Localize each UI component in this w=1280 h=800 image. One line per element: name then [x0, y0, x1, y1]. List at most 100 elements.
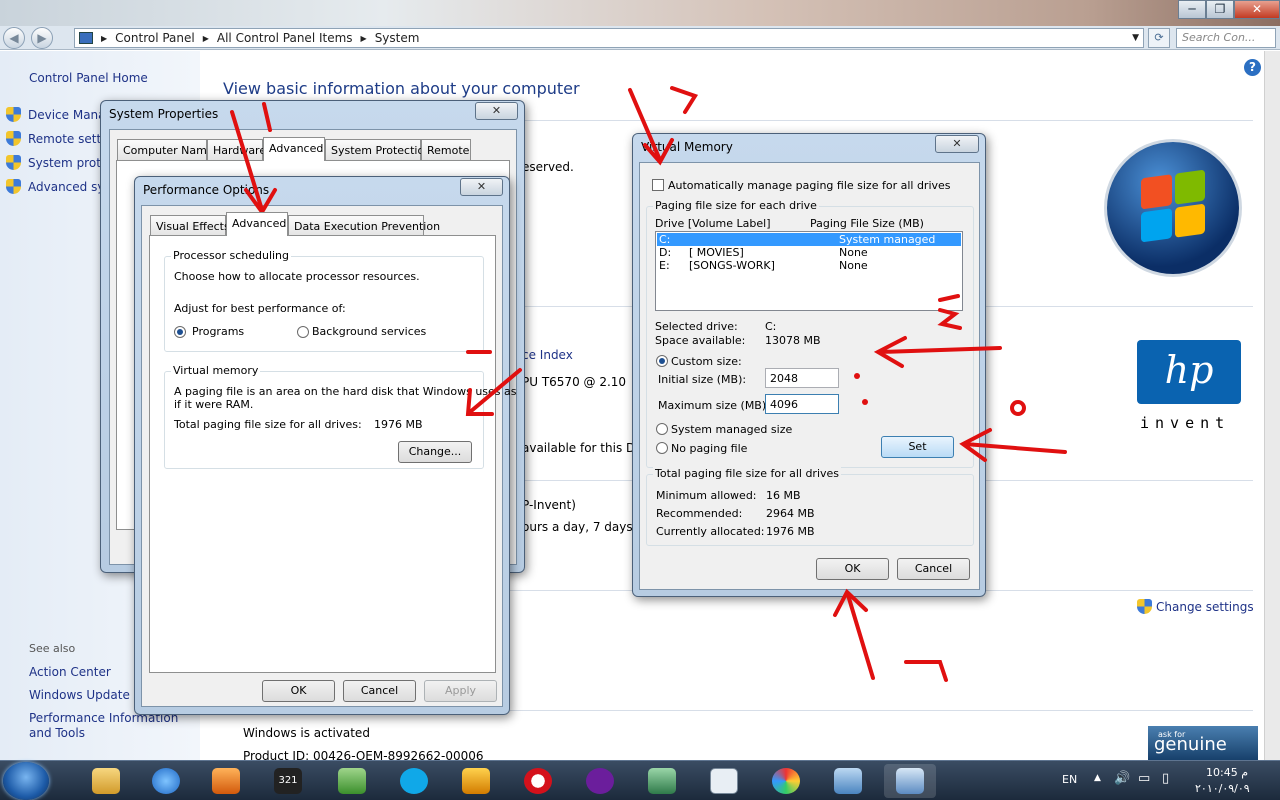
tab-data-execution-prevention[interactable]: Data Execution Prevention [288, 215, 440, 236]
list-item[interactable]: C: System managed [657, 233, 961, 246]
window-controls: ─ ❐ ✕ [1178, 0, 1280, 19]
dialog-title: System Properties [109, 107, 219, 121]
set-button[interactable]: Set [881, 436, 954, 458]
apply-button[interactable]: Apply [424, 680, 497, 702]
col-size-header: Paging File Size (MB) [810, 217, 924, 230]
forward-button[interactable]: ▶ [31, 27, 53, 49]
media-player-classic-icon[interactable]: 321 [262, 764, 314, 798]
refresh-icon[interactable]: ⟳ [1148, 28, 1170, 48]
max-size-input[interactable]: 4096 [765, 394, 839, 414]
clock-date[interactable]: ٢٠١٠/٠٩/٠٩ [1195, 782, 1250, 795]
breadcrumb-system[interactable]: System [375, 31, 420, 45]
space-available-label: Space available: [655, 334, 746, 347]
processor-scheduling-group: Processor scheduling Choose how to alloc… [164, 249, 484, 352]
start-button[interactable] [3, 762, 49, 800]
control-panel-home-link[interactable]: Control Panel Home [29, 71, 148, 85]
show-hidden-icons-icon[interactable]: ▲ [1094, 773, 1101, 783]
experience-index-link[interactable]: ce Index [522, 348, 573, 362]
dialog-body: Automatically manage paging file size fo… [639, 162, 980, 590]
media-player-icon[interactable] [200, 764, 252, 798]
back-button[interactable]: ◀ [3, 27, 25, 49]
processor-value: PU T6570 @ 2.10 [522, 375, 627, 389]
paging-each-drive-group: Paging file size for each drive Drive [V… [646, 199, 974, 468]
arrow-6 [833, 588, 875, 680]
background-services-radio[interactable] [297, 326, 309, 338]
notepad-icon[interactable] [698, 764, 750, 798]
dropdown-arrow-icon[interactable]: ▼ [1132, 33, 1139, 43]
power-icon[interactable]: ▯ [1162, 771, 1169, 786]
ok-button[interactable]: OK [262, 680, 335, 702]
volume-icon[interactable]: 🔊 [1114, 771, 1130, 786]
recommended-value: 2964 MB [766, 507, 815, 520]
currently-allocated-value: 1976 MB [766, 525, 815, 538]
windows-update-link[interactable]: Windows Update [29, 688, 130, 702]
shield-icon [1137, 599, 1152, 614]
windows-logo-icon [1107, 142, 1239, 274]
breadcrumb[interactable]: ▶ Control Panel ▶ All Control Panel Item… [74, 28, 1144, 48]
network-tray-icon[interactable]: ▭ [1138, 771, 1150, 786]
currently-allocated-label: Currently allocated: [656, 525, 765, 538]
no-paging-label: No paging file [671, 442, 748, 455]
no-paging-radio[interactable] [656, 442, 668, 454]
hp-invent-text: invent [1140, 414, 1231, 432]
vm-desc-line1: A paging file is an area on the hard dis… [174, 385, 517, 398]
search-input[interactable]: Search Con... [1176, 28, 1276, 48]
drive-list[interactable]: C: System managed D:[ MOVIES] None E: [SONG… [655, 231, 963, 311]
breadcrumb-control-panel[interactable]: Control Panel [115, 31, 195, 45]
tab-system-protection[interactable]: System Protection [325, 139, 431, 160]
close-button[interactable]: ✕ [475, 102, 518, 120]
change-button[interactable]: Change... [398, 441, 472, 463]
initial-size-label: Initial size (MB): [658, 373, 747, 386]
genuine-microsoft-badge[interactable]: ask for genuine [1148, 726, 1258, 760]
tab-advanced[interactable]: Advanced [263, 137, 325, 161]
custom-size-radio[interactable] [656, 355, 668, 367]
minimize-button[interactable]: ─ [1178, 0, 1206, 19]
control-panel-icon[interactable] [822, 764, 874, 798]
yahoo-messenger-icon[interactable] [574, 764, 626, 798]
scrollbar[interactable] [1264, 51, 1280, 760]
tab-remote[interactable]: Remote [421, 139, 471, 160]
system-properties-icon[interactable] [884, 764, 936, 798]
performance-info-link[interactable]: Performance Information and Tools [29, 711, 194, 741]
close-button[interactable]: ✕ [935, 135, 979, 153]
task-manager-icon[interactable] [636, 764, 688, 798]
skype-icon[interactable] [388, 764, 440, 798]
tab-hardware[interactable]: Hardware [207, 139, 266, 160]
cancel-button[interactable]: Cancel [343, 680, 416, 702]
space-available-value: 13078 MB [765, 334, 821, 347]
initial-size-input[interactable]: 2048 [765, 368, 839, 388]
page-title: View basic information about your comput… [223, 79, 580, 98]
breadcrumb-arrow-icon: ▶ [101, 33, 108, 43]
tab-advanced[interactable]: Advanced [226, 212, 288, 236]
min-allowed-value: 16 MB [766, 489, 801, 502]
list-item[interactable]: E: [SONGS-WORK] None [657, 259, 961, 272]
cancel-button[interactable]: Cancel [897, 558, 970, 580]
maximize-button[interactable]: ❐ [1206, 0, 1234, 19]
explorer-icon[interactable] [80, 764, 132, 798]
close-button[interactable]: ✕ [1234, 0, 1280, 19]
auto-manage-checkbox[interactable] [652, 179, 664, 191]
tab-computer-name[interactable]: Computer Name [117, 139, 214, 160]
language-indicator[interactable]: EN [1062, 773, 1077, 786]
close-button[interactable]: ✕ [460, 178, 503, 196]
min-allowed-label: Minimum allowed: [656, 489, 757, 502]
clock-time[interactable]: 10:45 م [1206, 766, 1248, 779]
opera-icon[interactable] [512, 764, 564, 798]
breadcrumb-all-items[interactable]: All Control Panel Items [217, 31, 353, 45]
address-bar: ◀ ▶ ▶ Control Panel ▶ All Control Panel … [0, 26, 1280, 50]
paint-icon[interactable] [760, 764, 812, 798]
ok-button[interactable]: OK [816, 558, 889, 580]
internet-explorer-icon[interactable] [140, 764, 192, 798]
flashget-icon[interactable] [450, 764, 502, 798]
action-center-link[interactable]: Action Center [29, 665, 111, 679]
programs-label: Programs [192, 325, 245, 338]
help-icon[interactable]: ? [1244, 59, 1261, 76]
change-settings-link[interactable]: Change settings [1137, 599, 1254, 614]
hp-logo: hp [1137, 340, 1241, 404]
system-managed-radio[interactable] [656, 423, 668, 435]
tab-visual-effects[interactable]: Visual Effects [150, 215, 230, 236]
programs-radio[interactable] [174, 326, 186, 338]
breadcrumb-arrow-icon: ▶ [202, 33, 209, 43]
network-icon[interactable] [326, 764, 378, 798]
list-item[interactable]: D:[ MOVIES] None [657, 246, 961, 259]
